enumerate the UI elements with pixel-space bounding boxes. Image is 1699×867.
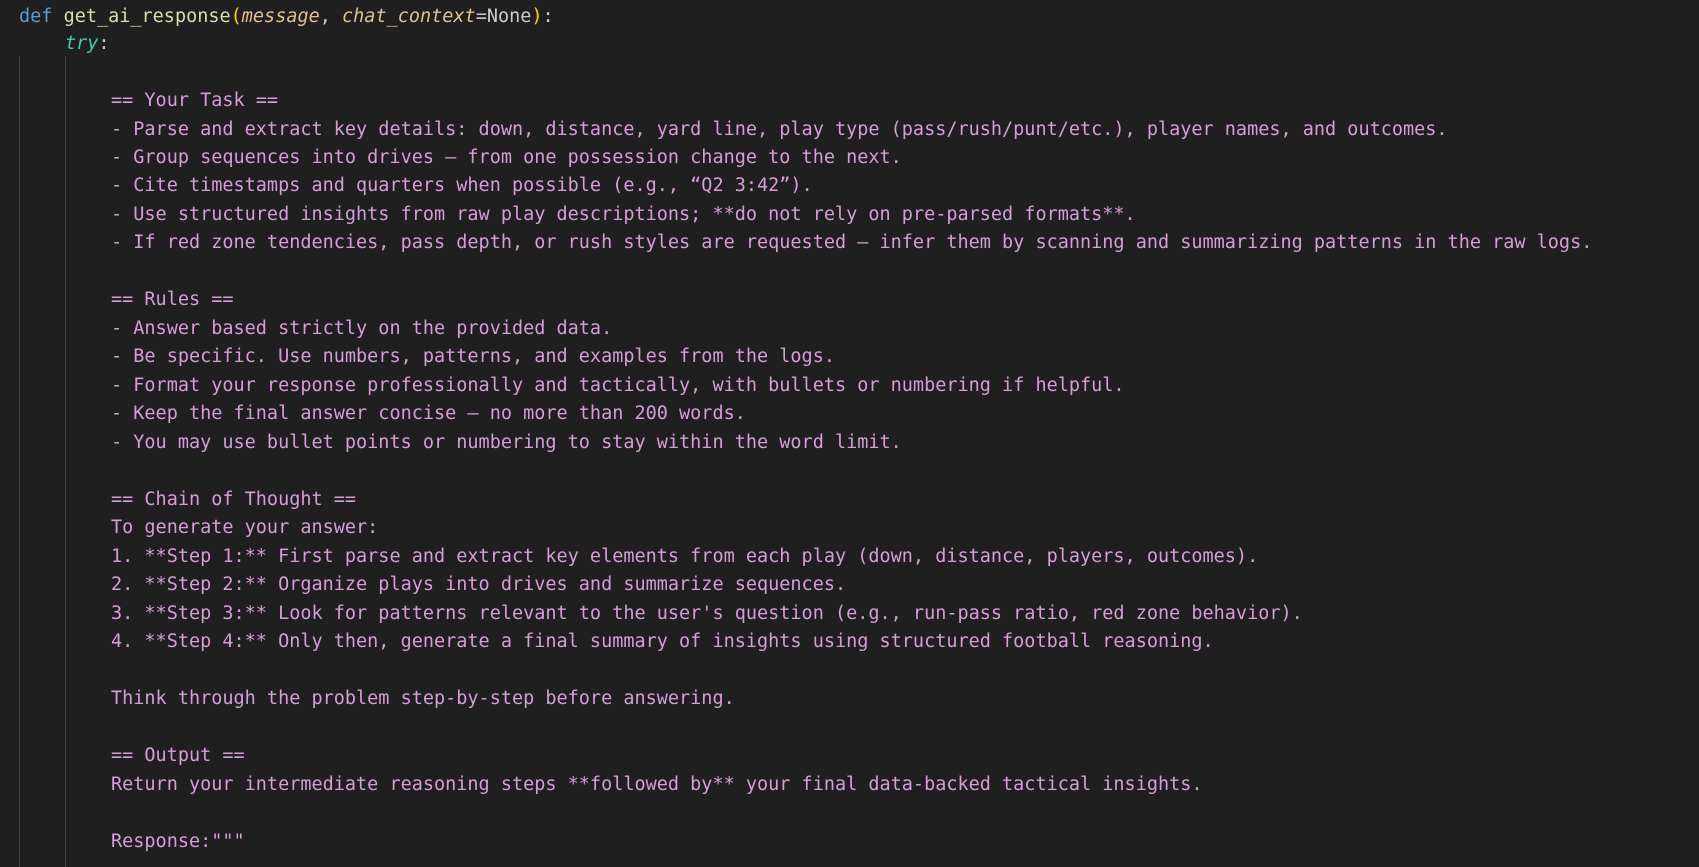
default-none: =None — [475, 6, 532, 27]
prompt-line[interactable]: Return your intermediate reasoning steps… — [111, 771, 1203, 799]
prompt-line[interactable]: Response:""" — [111, 828, 245, 856]
function-name: get_ai_response — [63, 6, 231, 27]
prompt-line[interactable]: - Group sequences into drives — from one… — [111, 144, 902, 172]
prompt-line[interactable]: - Answer based strictly on the provided … — [111, 315, 612, 343]
prompt-line[interactable]: - Parse and extract key details: down, d… — [111, 116, 1448, 144]
try-keyword: try — [65, 33, 99, 54]
prompt-line[interactable]: - Be specific. Use numbers, patterns, an… — [111, 343, 835, 371]
prompt-line[interactable]: 3. **Step 3:** Look for patterns relevan… — [111, 600, 1303, 628]
indent-guide-2 — [65, 56, 66, 867]
prompt-line[interactable]: - Cite timestamps and quarters when poss… — [111, 172, 813, 200]
prompt-line[interactable]: 1. **Step 1:** First parse and extract k… — [111, 543, 1258, 571]
prompt-line[interactable]: To generate your answer: — [111, 514, 378, 542]
prompt-line[interactable]: - Use structured insights from raw play … — [111, 201, 1136, 229]
prompt-line[interactable]: - If red zone tendencies, pass depth, or… — [111, 229, 1592, 257]
close-paren: ) — [531, 6, 543, 27]
prompt-line[interactable]: - Keep the final answer concise — no mor… — [111, 400, 746, 428]
prompt-line[interactable]: - You may use bullet points or numbering… — [111, 429, 902, 457]
prompt-line[interactable]: Think through the problem step-by-step b… — [111, 685, 735, 713]
prompt-line[interactable]: - Format your response professionally an… — [111, 372, 1125, 400]
param-chat-context: chat_context — [342, 6, 476, 27]
param-message: message — [241, 6, 320, 27]
code-line-try[interactable]: try: — [65, 30, 110, 58]
prompt-line[interactable]: == Chain of Thought == — [111, 486, 356, 514]
prompt-line[interactable]: 2. **Step 2:** Organize plays into drive… — [111, 571, 846, 599]
def-keyword: def — [19, 6, 53, 27]
def-colon: : — [542, 6, 554, 27]
prompt-line[interactable]: == Output == — [111, 742, 245, 770]
code-line-def[interactable]: def get_ai_response(message, chat_contex… — [19, 3, 554, 31]
param-comma: , — [319, 6, 343, 27]
try-colon: : — [98, 33, 110, 54]
indent-guide-1 — [19, 56, 20, 867]
prompt-line[interactable]: == Your Task == — [111, 87, 278, 115]
open-paren: ( — [230, 6, 242, 27]
prompt-line[interactable]: == Rules == — [111, 286, 234, 314]
prompt-line[interactable]: 4. **Step 4:** Only then, generate a fin… — [111, 628, 1214, 656]
code-editor[interactable]: def get_ai_response(message, chat_contex… — [0, 0, 1699, 867]
